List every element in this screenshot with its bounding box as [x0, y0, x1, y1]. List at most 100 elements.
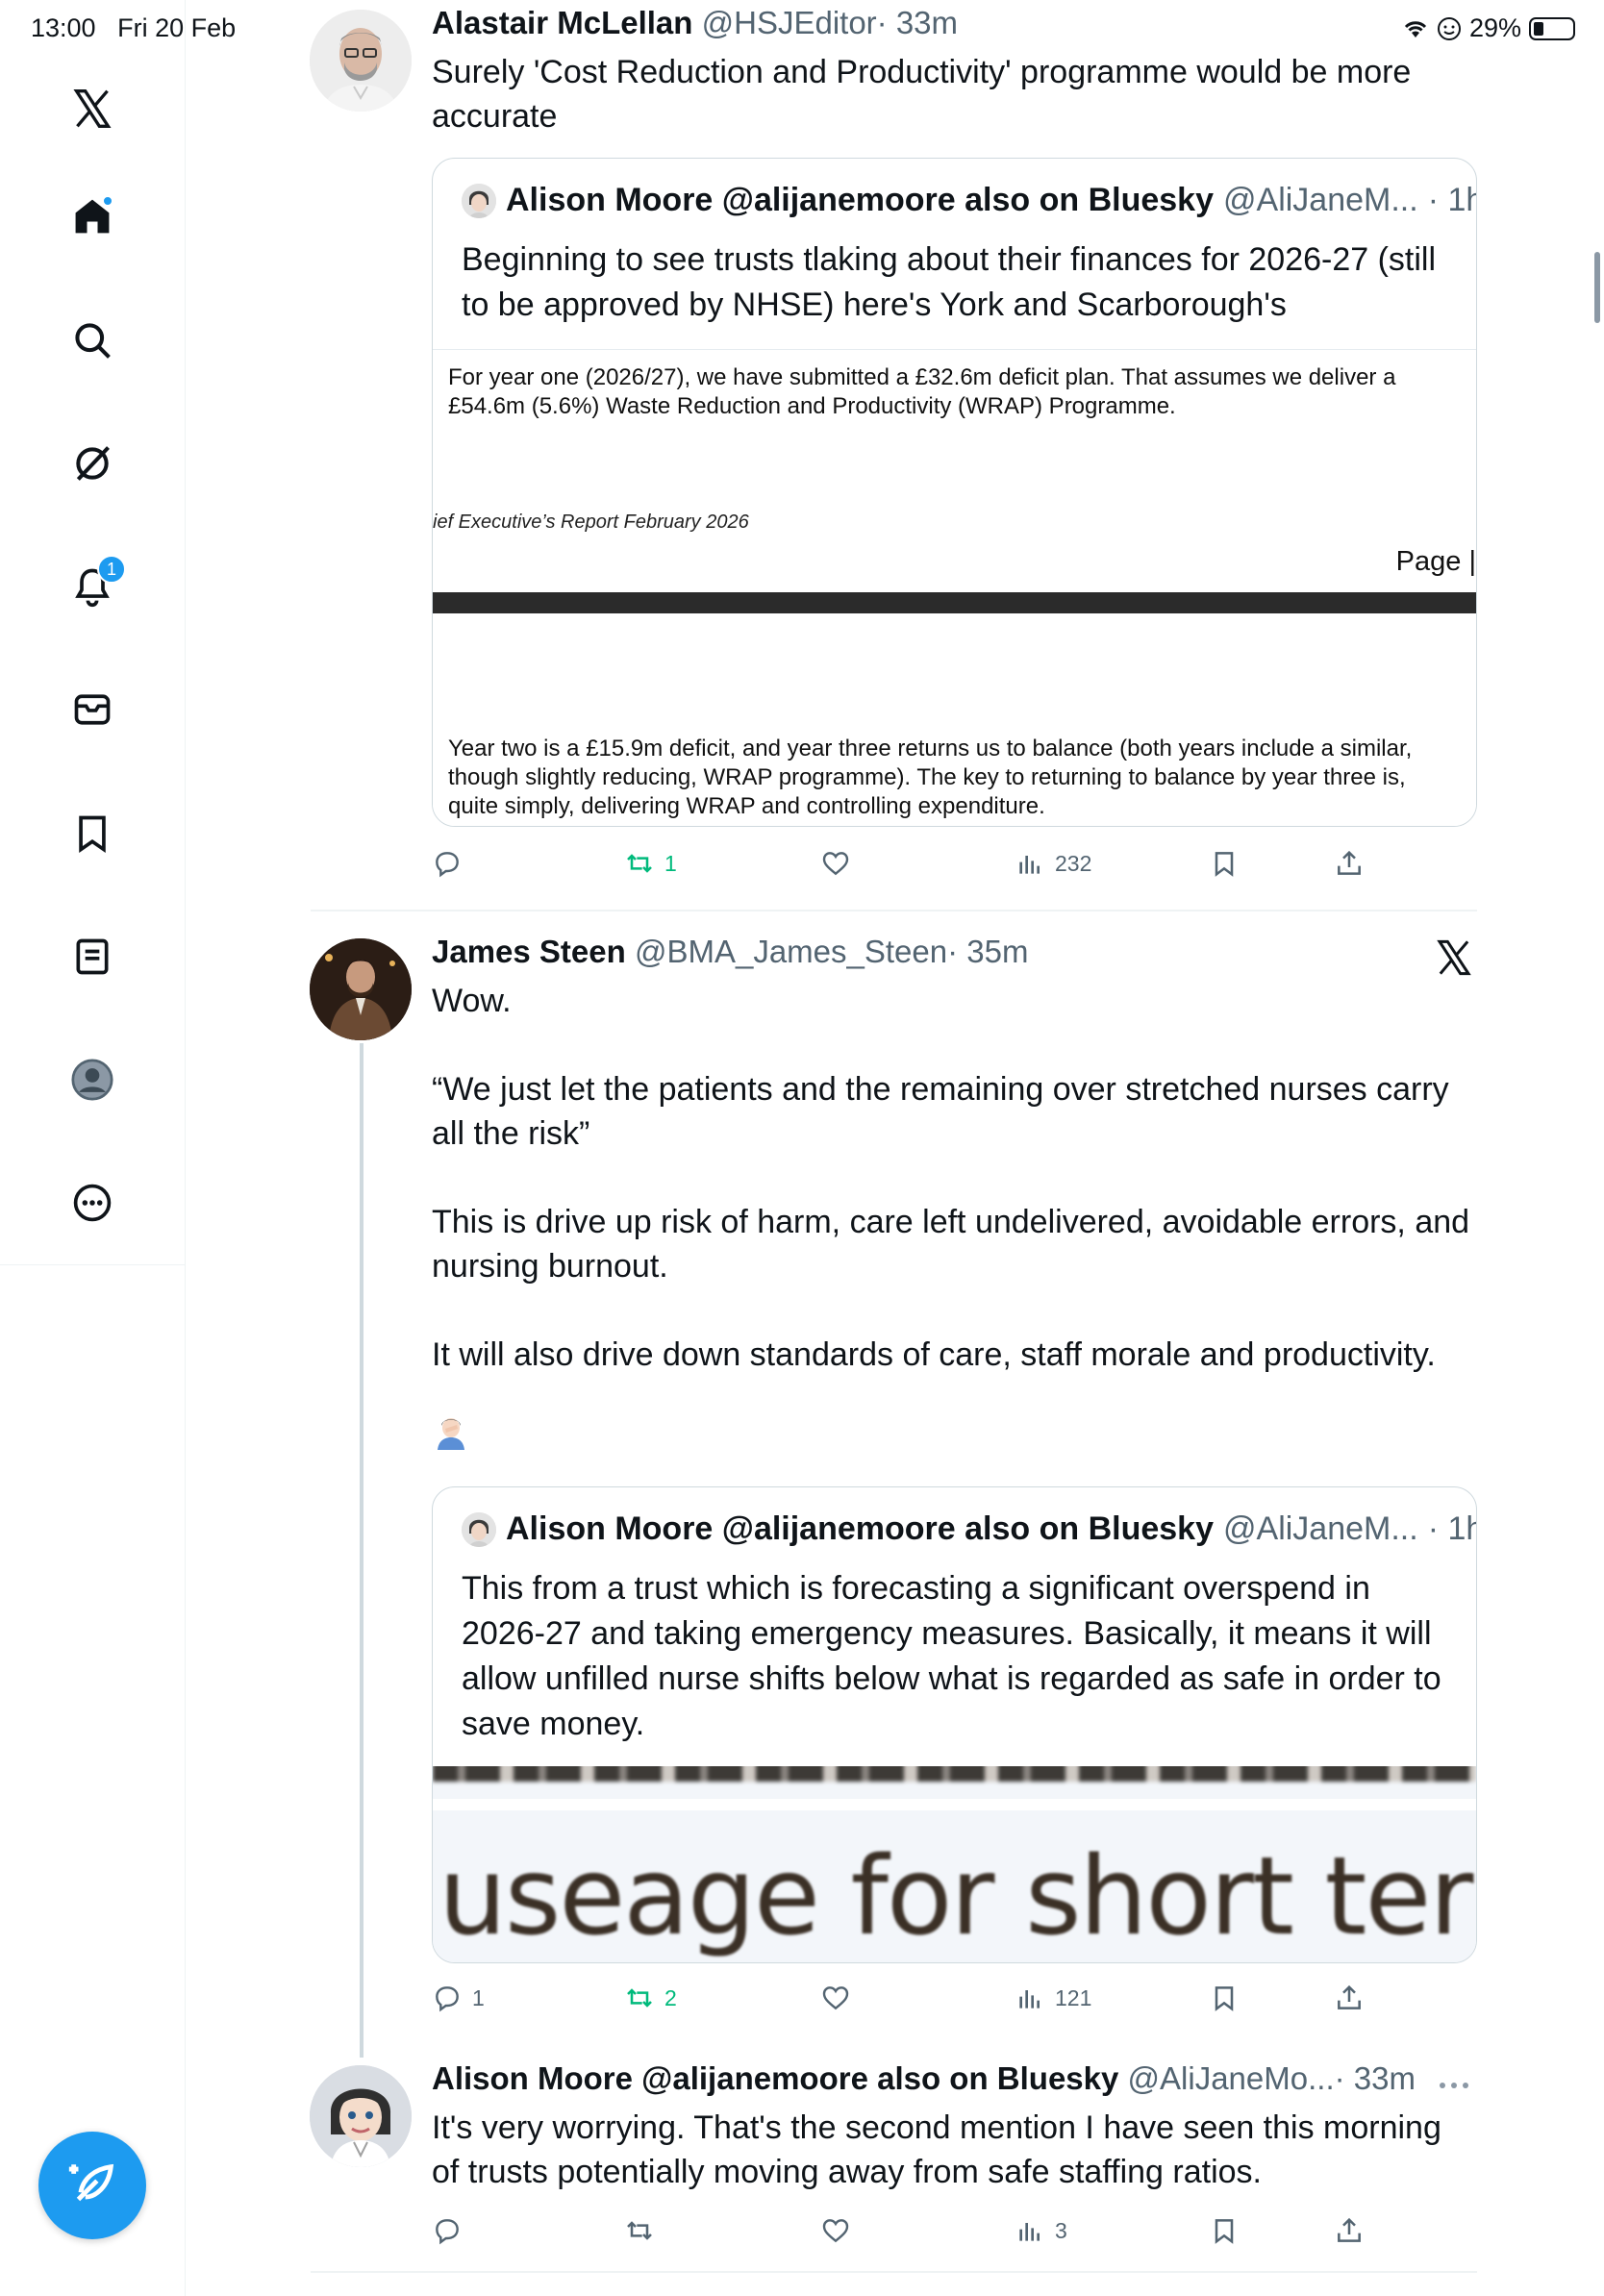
tweet-body: James Steen @BMA_James_Steen· 35m Wow. “…: [432, 931, 1499, 1456]
compose-button[interactable]: [38, 2132, 146, 2239]
bookmark-button[interactable]: [1209, 1983, 1240, 2013]
tweet-time[interactable]: · 33m: [877, 5, 958, 40]
bookmarks-icon[interactable]: [63, 804, 122, 863]
views-button[interactable]: 232: [1015, 848, 1091, 879]
quote-document-image[interactable]: For year one (2026/27), we have submitte…: [433, 349, 1476, 826]
quote-avatar: [462, 1511, 496, 1547]
tweet-text: It's very worrying. That's the second me…: [432, 2109, 1451, 2190]
quote-time: · 1h: [1427, 182, 1476, 218]
tweet-divider: [311, 910, 1477, 911]
lists-icon[interactable]: [63, 927, 122, 986]
reply-button[interactable]: [432, 2215, 472, 2246]
repost-icon: [627, 854, 652, 873]
battery-icon: [1529, 16, 1575, 40]
quote-text: This from a trust which is forecasting a…: [462, 1570, 1441, 1742]
thread-line: [360, 1043, 363, 2058]
repost-button[interactable]: 2: [624, 1983, 677, 2013]
document-paragraph: Year two is a £15.9m deficit, and year t…: [448, 736, 1413, 819]
avatar[interactable]: [310, 10, 412, 112]
repost-button[interactable]: 1: [624, 848, 677, 879]
author-name[interactable]: James Steen: [432, 934, 626, 969]
share-icon: [1338, 2217, 1361, 2242]
like-button[interactable]: [820, 2215, 861, 2246]
tweet-actions: 1 2 121: [432, 1983, 1374, 2021]
document-page-break: [433, 592, 1476, 613]
bookmark-icon: [1215, 2219, 1234, 2244]
heart-icon: [822, 1986, 849, 2010]
notifications-badge: 1: [97, 555, 126, 584]
x-source-icon: [1435, 938, 1477, 981]
quote-author-name: Alison Moore @alijanemoore also on Blues…: [506, 182, 1214, 218]
avatar[interactable]: [310, 938, 412, 1040]
author-handle[interactable]: @AliJaneMo...: [1128, 2060, 1335, 2096]
bookmark-button[interactable]: [1209, 848, 1240, 879]
tweet-text: Surely 'Cost Reduction and Productivity'…: [432, 54, 1420, 135]
author-name[interactable]: Alison Moore @alijanemoore also on Blues…: [432, 2060, 1118, 2096]
grok-icon[interactable]: [63, 434, 122, 493]
view-count: 121: [1055, 1984, 1092, 2010]
share-icon: [1338, 1984, 1361, 2009]
quote-header: Alison Moore @alijanemoore also on Blues…: [462, 1510, 1476, 1548]
home-icon[interactable]: [63, 187, 122, 246]
reply-icon: [436, 1986, 459, 2012]
repost-count: 1: [664, 850, 677, 876]
home-unread-dot: [102, 195, 113, 207]
reply-icon: [436, 852, 459, 878]
reply-button[interactable]: 1: [432, 1983, 485, 2013]
tweet-emoji: [432, 1411, 1499, 1456]
repost-icon: [627, 1988, 652, 2008]
view-count: 232: [1055, 850, 1092, 876]
like-button[interactable]: [820, 1983, 861, 2013]
author-handle[interactable]: @BMA_James_Steen: [635, 934, 947, 969]
views-icon: [1019, 856, 1040, 874]
share-button[interactable]: [1334, 2215, 1365, 2246]
repost-button[interactable]: [624, 2215, 664, 2246]
share-icon: [1338, 850, 1361, 875]
quote-author-handle: @AliJaneM...: [1223, 1510, 1418, 1547]
tweet-body: Alastair McLellan @HSJEditor· 33m Surely…: [432, 2, 1499, 138]
quoted-tweet[interactable]: Alison Moore @alijanemoore also on Blues…: [432, 1486, 1477, 1963]
tweet-actions: 1 232: [432, 848, 1374, 886]
ellipsis-icon: [1440, 2083, 1468, 2088]
tweet-header: James Steen @BMA_James_Steen· 35m: [432, 931, 1499, 973]
quote-header: Alison Moore @alijanemoore also on Blues…: [462, 182, 1476, 219]
scrollbar[interactable]: [1594, 252, 1600, 323]
messages-icon[interactable]: [63, 680, 122, 739]
search-icon[interactable]: [63, 311, 122, 370]
tweet-header: Alastair McLellan @HSJEditor· 33m: [432, 2, 1499, 44]
tweet-time[interactable]: · 33m: [1335, 2060, 1416, 2096]
views-button[interactable]: 121: [1015, 1983, 1091, 2013]
quote-zoomed-image[interactable]: useage for short term: [433, 1766, 1477, 1962]
image-large-text: useage for short term: [439, 1834, 1477, 1959]
view-count: 3: [1055, 2217, 1067, 2243]
reply-icon: [436, 2219, 459, 2245]
quoted-tweet[interactable]: Alison Moore @alijanemoore also on Blues…: [432, 158, 1477, 827]
share-button[interactable]: [1334, 848, 1365, 879]
quote-avatar: [462, 183, 496, 218]
more-options-button[interactable]: [1435, 2071, 1477, 2100]
author-handle[interactable]: @HSJEditor: [702, 5, 877, 40]
document-page-label: Page |: [1395, 546, 1476, 577]
x-logo-icon[interactable]: [63, 79, 122, 138]
views-button[interactable]: 3: [1015, 2215, 1067, 2246]
sidebar: 1: [0, 0, 186, 1265]
heart-icon: [822, 852, 849, 876]
author-name[interactable]: Alastair McLellan: [432, 5, 692, 40]
reply-button[interactable]: [432, 848, 472, 879]
more-icon[interactable]: [63, 1173, 122, 1233]
tweet-header: Alison Moore @alijanemoore also on Blues…: [432, 2058, 1499, 2100]
document-paragraph: For year one (2026/27), we have submitte…: [448, 364, 1396, 419]
bookmark-icon: [1215, 852, 1234, 877]
bookmark-icon: [1215, 1986, 1234, 2011]
bookmark-button[interactable]: [1209, 2215, 1240, 2246]
quote-author-name: Alison Moore @alijanemoore also on Blues…: [506, 1510, 1214, 1547]
share-button[interactable]: [1334, 1983, 1365, 2013]
repost-count: 2: [664, 1984, 677, 2010]
notifications-icon[interactable]: 1: [63, 555, 126, 616]
profile-icon[interactable]: [63, 1050, 122, 1110]
facepalm-emoji-icon: [438, 1418, 464, 1450]
avatar[interactable]: [310, 2065, 412, 2167]
tweet-time[interactable]: · 35m: [947, 934, 1028, 969]
like-button[interactable]: [820, 848, 861, 879]
tweet-actions: 3: [432, 2215, 1374, 2254]
